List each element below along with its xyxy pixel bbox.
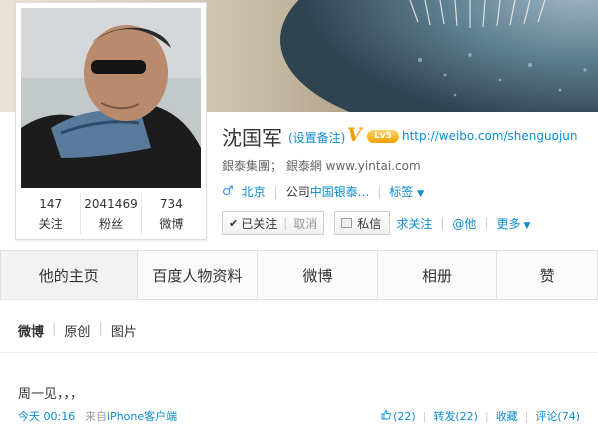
- separator: |: [98, 321, 103, 336]
- stat-following[interactable]: 147 关注: [21, 193, 82, 235]
- profile-actions: ✔ 已关注 | 取消 私信 求关注 | @他 | 更多 ▼: [222, 211, 530, 235]
- divider: [0, 352, 598, 353]
- set-remark-link[interactable]: (设置备注): [288, 129, 345, 146]
- stat-value: 147: [39, 197, 63, 211]
- message-icon: [341, 218, 353, 228]
- tab-weibo[interactable]: 微博: [258, 250, 378, 300]
- separator: |: [484, 216, 489, 230]
- tab-baidu-profile[interactable]: 百度人物资料: [137, 250, 259, 300]
- source-link[interactable]: iPhone客户端: [107, 410, 177, 423]
- tab-likes[interactable]: 赞: [497, 250, 598, 300]
- profile-meta: ♂ 北京 | 公司 中国银泰... | 标签 ▼: [222, 183, 424, 200]
- company-prefix: 公司: [285, 185, 310, 199]
- level-badge[interactable]: Lv5: [367, 130, 399, 143]
- followed-button[interactable]: ✔ 已关注 | 取消: [222, 211, 325, 235]
- avatar-card: 147 关注 2041469 粉丝 734 微博: [15, 2, 207, 240]
- stat-label: 微博: [159, 217, 184, 231]
- profile-stats: 147 关注 2041469 粉丝 734 微博: [21, 193, 201, 235]
- separator: |: [440, 216, 445, 230]
- source-prefix: 来自: [85, 410, 107, 423]
- message-label: 私信: [357, 216, 382, 231]
- separator: |: [484, 409, 489, 423]
- like-button[interactable]: (22): [381, 410, 416, 423]
- stat-label: 粉丝: [98, 217, 123, 231]
- tags-label: 标签: [389, 185, 414, 199]
- repost-button[interactable]: 转发(22): [433, 408, 478, 424]
- tags-dropdown[interactable]: 标签 ▼: [389, 183, 424, 200]
- request-follow-link[interactable]: 求关注: [396, 215, 432, 232]
- subtab-images[interactable]: 图片: [111, 321, 137, 340]
- comment-button[interactable]: 评论(74): [535, 408, 580, 424]
- caret-down-icon: ▼: [523, 220, 531, 231]
- post-source: 来自iPhone客户端: [85, 408, 177, 424]
- post-text: 周一见，，，: [18, 387, 84, 402]
- more-label: 更多: [496, 216, 521, 231]
- mention-link[interactable]: @他: [452, 215, 476, 232]
- stat-value: 734: [159, 197, 183, 211]
- male-icon: ♂: [222, 184, 234, 199]
- verified-icon[interactable]: V: [347, 126, 362, 145]
- blog-url-link[interactable]: http://weibo.com/shenguojun: [402, 129, 577, 143]
- separator: |: [422, 409, 427, 423]
- like-count: (22): [393, 409, 416, 423]
- stat-label: 关注: [38, 217, 63, 231]
- subtab-original[interactable]: 原创: [64, 321, 90, 340]
- caret-down-icon: ▼: [417, 189, 425, 199]
- stat-value: 2041469: [84, 197, 138, 211]
- message-button[interactable]: 私信: [334, 211, 391, 235]
- separator: |: [377, 184, 382, 199]
- stat-posts[interactable]: 734 微博: [142, 193, 201, 235]
- avatar[interactable]: [21, 8, 201, 188]
- favorite-button[interactable]: 收藏: [496, 408, 518, 424]
- stat-followers[interactable]: 2041469 粉丝: [81, 193, 142, 235]
- profile-name: 沈国军: [222, 126, 282, 150]
- check-icon: ✔: [229, 216, 239, 230]
- post-time[interactable]: 今天 00:16: [18, 408, 75, 424]
- tab-album[interactable]: 相册: [377, 250, 498, 300]
- cancel-follow-button[interactable]: 取消: [293, 215, 317, 232]
- feed-filter: 微博 | 原创 | 图片: [18, 321, 137, 340]
- tab-home[interactable]: 他的主页: [0, 250, 138, 300]
- separator: |: [524, 409, 529, 423]
- separator: |: [52, 321, 57, 336]
- company-link[interactable]: 中国银泰...: [310, 183, 369, 200]
- location-link[interactable]: 北京: [242, 183, 266, 200]
- subtab-all[interactable]: 微博: [18, 321, 44, 340]
- followed-label: 已关注: [241, 216, 278, 231]
- thumbs-up-icon: [381, 409, 391, 419]
- post-actions: (22) | 转发(22) | 收藏 | 评论(74): [381, 408, 580, 424]
- profile-intro: 銀泰集團； 銀泰網 www.yintai.com: [222, 159, 421, 173]
- separator: |: [283, 216, 288, 230]
- separator: |: [273, 184, 278, 199]
- profile-tabs: 他的主页 百度人物资料 微博 相册 赞: [0, 250, 598, 300]
- more-dropdown[interactable]: 更多 ▼: [496, 215, 530, 232]
